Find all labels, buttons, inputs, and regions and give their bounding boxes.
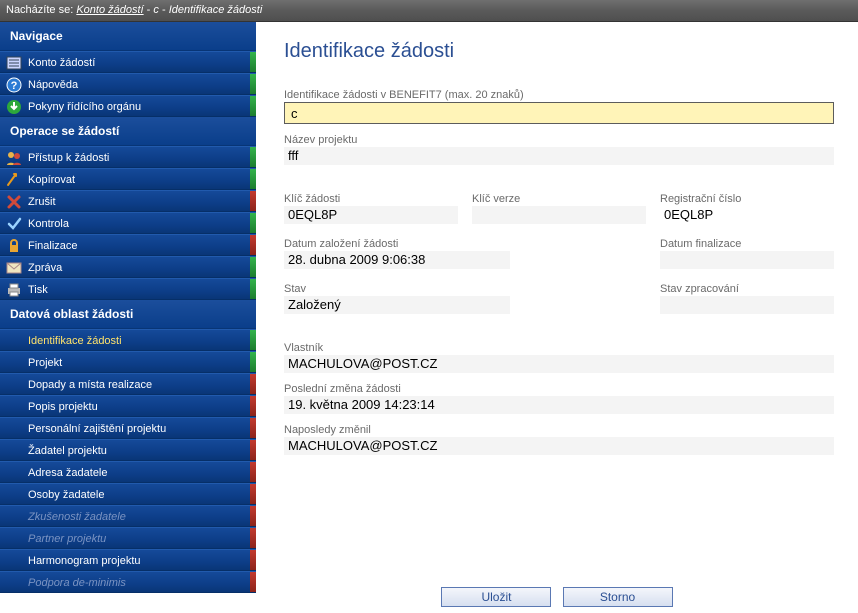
sidebar-item-projekt[interactable]: Projekt [0, 351, 256, 373]
help-icon: ? [6, 77, 22, 93]
sidebar-item-label: Nápověda [28, 79, 78, 91]
input-identifikace[interactable] [284, 102, 834, 124]
button-row: Uložit Storno [256, 587, 858, 607]
sidebar-item-adresa[interactable]: Adresa žadatele [0, 461, 256, 483]
cancel-button[interactable]: Storno [563, 587, 673, 607]
value-posledni-zmena: 19. května 2009 14:23:14 [284, 396, 834, 414]
sidebar-item-label: Finalizace [28, 240, 78, 252]
sidebar-item-podpora[interactable]: Podpora de-minimis [0, 571, 256, 593]
sidebar-item-label: Zrušit [28, 196, 56, 208]
sidebar-item-finalizace[interactable]: Finalizace [0, 234, 256, 256]
sidebar-item-identifikace[interactable]: Identifikace žádosti [0, 329, 256, 351]
sidebar-item-label: Adresa žadatele [28, 467, 108, 479]
sidebar-item-kopirovat[interactable]: Kopírovat [0, 168, 256, 190]
page-title: Identifikace žádosti [284, 40, 834, 63]
sidebar-item-partner[interactable]: Partner projektu [0, 527, 256, 549]
svg-text:?: ? [11, 80, 18, 92]
sidebar-item-harmonogram[interactable]: Harmonogram projektu [0, 549, 256, 571]
sidebar-item-osoby[interactable]: Osoby žadatele [0, 483, 256, 505]
sidebar-item-kontrola[interactable]: Kontrola [0, 212, 256, 234]
sidebar-item-label: Popis projektu [28, 401, 98, 413]
value-vlastnik: MACHULOVA@POST.CZ [284, 355, 834, 373]
sidebar-item-label: Zpráva [28, 262, 62, 274]
label-vlastnik: Vlastník [284, 342, 834, 354]
sidebar-item-label: Osoby žadatele [28, 489, 104, 501]
label-stav: Stav [284, 283, 510, 295]
sidebar-item-label: Tisk [28, 284, 48, 296]
sidebar-item-zadatel[interactable]: Žadatel projektu [0, 439, 256, 461]
sidebar-item-label: Kontrola [28, 218, 69, 230]
mail-icon [6, 260, 22, 276]
label-posledni-zmena: Poslední změna žádosti [284, 383, 834, 395]
value-datum-finalizace [660, 251, 834, 269]
value-datum-zalozeni: 28. dubna 2009 9:06:38 [284, 251, 510, 269]
copy-icon [6, 172, 22, 188]
sidebar-item-dopady[interactable]: Dopady a místa realizace [0, 373, 256, 395]
print-icon [6, 282, 22, 298]
sidebar-item-label: Personální zajištění projektu [28, 423, 166, 435]
sidebar-item-zkusenosti[interactable]: Zkušenosti žadatele [0, 505, 256, 527]
sidebar-item-label: Pokyny řídícího orgánu [28, 101, 141, 113]
check-icon [6, 216, 22, 232]
breadcrumb-mid: c [153, 4, 159, 16]
sidebar-item-label: Harmonogram projektu [28, 555, 141, 567]
sidebar-item-label: Podpora de-minimis [28, 577, 126, 589]
nav-header-navigace: Navigace [0, 22, 256, 51]
label-nazev-projektu: Název projektu [284, 134, 834, 146]
sidebar-item-label: Kopírovat [28, 174, 75, 186]
sidebar-item-pristup[interactable]: Přístup k žádosti [0, 146, 256, 168]
nav-header-datova: Datová oblast žádosti [0, 300, 256, 329]
value-naposledy-zmenil: MACHULOVA@POST.CZ [284, 437, 834, 455]
sidebar-item-napoveda[interactable]: ? Nápověda [0, 73, 256, 95]
label-datum-zalozeni: Datum založení žádosti [284, 238, 510, 250]
breadcrumb-link-konto[interactable]: Konto žádostí [76, 4, 143, 16]
sidebar-item-label: Dopady a místa realizace [28, 379, 152, 391]
sidebar-item-label: Projekt [28, 357, 62, 369]
main-content: Identifikace žádosti Identifikace žádost… [256, 22, 858, 613]
sidebar-item-label: Zkušenosti žadatele [28, 511, 126, 523]
save-button[interactable]: Uložit [441, 587, 551, 607]
label-stav-zpracovani: Stav zpracování [660, 283, 834, 295]
sidebar-item-zprava[interactable]: Zpráva [0, 256, 256, 278]
sidebar-item-pokyny[interactable]: Pokyny řídícího orgánu [0, 95, 256, 117]
sidebar-item-personalni[interactable]: Personální zajištění projektu [0, 417, 256, 439]
sidebar-item-tisk[interactable]: Tisk [0, 278, 256, 300]
lock-icon [6, 238, 22, 254]
value-nazev-projektu: fff [284, 147, 834, 165]
sidebar: Navigace Konto žádostí ? Nápověda Pokyny… [0, 22, 256, 613]
sidebar-item-label: Partner projektu [28, 533, 106, 545]
sidebar-item-popis[interactable]: Popis projektu [0, 395, 256, 417]
cancel-icon [6, 194, 22, 210]
sidebar-item-konto-zadosti[interactable]: Konto žádostí [0, 51, 256, 73]
value-stav: Založený [284, 296, 510, 314]
sidebar-item-label: Identifikace žádosti [28, 335, 122, 347]
label-reg-cislo: Registrační číslo [660, 193, 834, 205]
label-naposledy-zmenil: Naposledy změnil [284, 424, 834, 436]
folder-list-icon [6, 55, 22, 71]
label-identifikace: Identifikace žádosti v BENEFIT7 (max. 20… [284, 89, 834, 101]
breadcrumb-tail: Identifikace žádosti [169, 4, 263, 16]
sidebar-item-zrusit[interactable]: Zrušit [0, 190, 256, 212]
nav-header-operace: Operace se žádostí [0, 117, 256, 146]
users-icon [6, 150, 22, 166]
breadcrumb-prefix: Nacházíte se: [6, 4, 73, 16]
label-klic-verze: Klíč verze [472, 193, 646, 205]
breadcrumb: Nacházíte se: Konto žádostí - c - Identi… [0, 0, 858, 22]
label-datum-finalizace: Datum finalizace [660, 238, 834, 250]
sidebar-item-label: Žadatel projektu [28, 445, 107, 457]
sidebar-item-label: Konto žádostí [28, 57, 95, 69]
value-reg-cislo: 0EQL8P [660, 206, 834, 224]
sidebar-item-label: Přístup k žádosti [28, 152, 109, 164]
value-klic-verze [472, 206, 646, 224]
download-icon [6, 99, 22, 115]
label-klic-zadosti: Klíč žádosti [284, 193, 458, 205]
value-klic-zadosti: 0EQL8P [284, 206, 458, 224]
value-stav-zpracovani [660, 296, 834, 314]
